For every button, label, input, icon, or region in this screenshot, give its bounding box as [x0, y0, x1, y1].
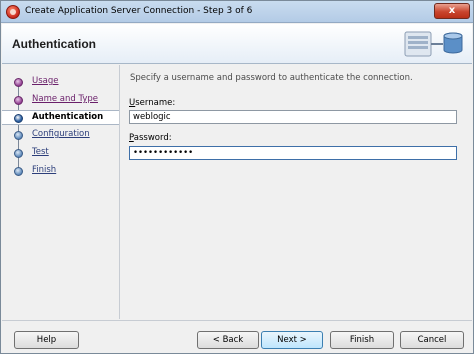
dialog-window: Create Application Server Connection - S…	[0, 0, 474, 354]
wizard-step-nav: Usage Name and Type Authentication Confi…	[2, 65, 120, 319]
window-title: Create Application Server Connection - S…	[25, 6, 253, 16]
nav-item-usage[interactable]: Usage	[2, 75, 119, 90]
server-connection-icon	[404, 31, 463, 57]
username-field[interactable]: weblogic	[129, 110, 457, 124]
button-bar: Help < Back Next > Finish Cancel	[2, 320, 472, 353]
nav-item-label: Name and Type	[32, 94, 98, 104]
title-bar[interactable]: Create Application Server Connection - S…	[1, 1, 473, 23]
page-title: Authentication	[12, 37, 96, 51]
nav-item-label: Test	[32, 147, 49, 157]
nav-item-label: Usage	[32, 76, 59, 86]
step-future-icon	[14, 149, 23, 158]
nav-item-test[interactable]: Test	[2, 146, 119, 161]
password-label: Password:	[129, 133, 172, 143]
nav-item-authentication[interactable]: Authentication	[2, 110, 119, 125]
back-button[interactable]: < Back	[197, 331, 259, 349]
nav-item-label: Configuration	[32, 129, 90, 139]
cancel-button[interactable]: Cancel	[400, 331, 464, 349]
password-field[interactable]: ••••••••••••	[129, 146, 457, 160]
nav-item-name-and-type[interactable]: Name and Type	[2, 93, 119, 108]
nav-item-label: Finish	[32, 165, 57, 175]
nav-item-finish[interactable]: Finish	[2, 164, 119, 179]
step-future-icon	[14, 131, 23, 140]
finish-button[interactable]: Finish	[330, 331, 394, 349]
help-button[interactable]: Help	[14, 331, 79, 349]
username-label: Username:	[129, 98, 175, 108]
next-button[interactable]: Next >	[261, 331, 323, 349]
password-label-text: assword:	[133, 133, 172, 143]
step-visited-icon	[14, 78, 23, 87]
step-current-icon	[14, 114, 23, 123]
step-visited-icon	[14, 96, 23, 105]
username-label-text: sername:	[135, 98, 176, 108]
oracle-app-icon	[6, 5, 20, 19]
step-header: Authentication	[2, 24, 472, 64]
step-content: Specify a username and password to authe…	[121, 65, 473, 319]
instructions-text: Specify a username and password to authe…	[130, 73, 413, 83]
nav-item-label: Authentication	[32, 112, 104, 122]
close-button[interactable]: x	[434, 3, 470, 19]
step-future-icon	[14, 167, 23, 176]
nav-item-configuration[interactable]: Configuration	[2, 128, 119, 143]
